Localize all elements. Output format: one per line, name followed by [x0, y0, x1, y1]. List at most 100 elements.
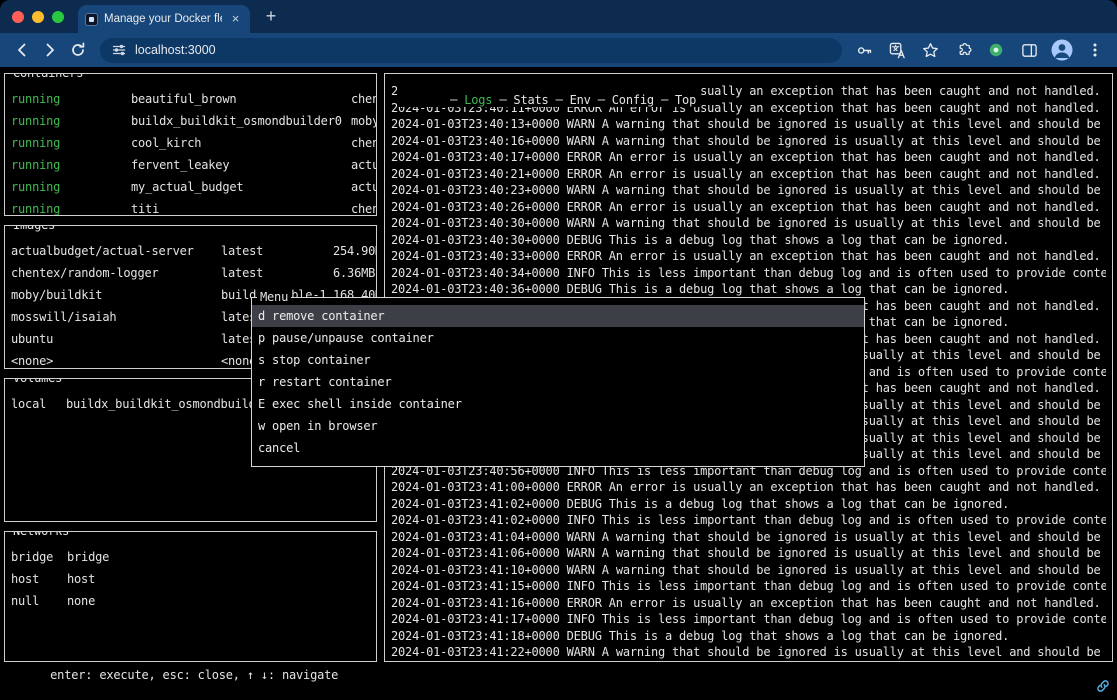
container-state: running — [11, 110, 131, 132]
image-row[interactable]: actualbudget/actual-serverlatest254.90MB — [5, 240, 376, 262]
log-timestamp: 2024-01-03T23:41:06+0000 — [391, 546, 560, 560]
browser-window: Manage your Docker fleet wi... × + local… — [0, 0, 1117, 700]
connection-link-icon — [1096, 679, 1110, 696]
back-icon[interactable] — [8, 36, 36, 64]
logs-tab[interactable]: Env — [570, 93, 591, 107]
image-size: 254.90MB — [333, 240, 376, 262]
menu-item[interactable]: w open in browser — [252, 415, 864, 437]
log-timestamp: 2024-01-03T23:41:02+0000 — [391, 497, 560, 511]
context-menu: Menu d remove containerp pause/unpause c… — [251, 297, 865, 467]
container-row[interactable]: runningtitichentex/random-logger — [5, 198, 376, 216]
log-line: 2024-01-03T23:41:15+0000 INFO This is le… — [391, 578, 1106, 595]
menu-item[interactable]: cancel — [252, 437, 864, 459]
container-row[interactable]: runningmy_actual_budgetactualbudget/actu… — [5, 176, 376, 198]
extensions-icon[interactable] — [949, 36, 977, 64]
log-timestamp: 2024-01-03T23:41:16+0000 — [391, 596, 560, 610]
menu-item[interactable]: E exec shell inside container — [252, 393, 864, 415]
log-timestamp: 2024-01-03T23:40:30+0000 — [391, 216, 560, 230]
menu-item[interactable]: s stop container — [252, 349, 864, 371]
translate-icon[interactable] — [883, 36, 911, 64]
log-message: A warning that should be ignored is usua… — [602, 216, 1106, 230]
pinned-extension-icon[interactable] — [982, 36, 1010, 64]
log-line: 2024-01-03T23:40:33+0000 ERROR An error … — [391, 248, 1106, 265]
container-row[interactable]: runningcool_kirchchentex/random-logger — [5, 132, 376, 154]
network-row[interactable]: nullnone — [5, 590, 376, 612]
site-info-icon[interactable] — [112, 43, 126, 57]
container-image: actualbudget/actual-server — [351, 154, 376, 176]
log-line: 2024-01-03T23:40:30+0000 DEBUG This is a… — [391, 232, 1106, 249]
new-tab-button[interactable]: + — [258, 4, 284, 30]
zoom-window-button[interactable] — [52, 11, 64, 23]
minimize-window-button[interactable] — [32, 11, 44, 23]
close-window-button[interactable] — [12, 11, 24, 23]
toolbar-right-icons — [850, 36, 1109, 64]
container-row[interactable]: runningbeautiful_brownchentex/random-log… — [5, 88, 376, 110]
menu-item[interactable]: r restart container — [252, 371, 864, 393]
menu-item[interactable]: p pause/unpause container — [252, 327, 864, 349]
log-level: INFO — [567, 513, 595, 527]
network-row[interactable]: bridgebridge — [5, 546, 376, 568]
container-name: fervent_leakey — [131, 154, 351, 176]
log-message: An error is usually an exception that ha… — [609, 150, 1101, 164]
tab-close-icon[interactable]: × — [228, 12, 243, 27]
forward-icon[interactable] — [36, 36, 64, 64]
logs-tab[interactable]: Logs — [464, 93, 492, 107]
log-timestamp: 2024-01-03T23:41:15+0000 — [391, 579, 560, 593]
log-level: WARN — [567, 546, 595, 560]
key-icon[interactable] — [850, 36, 878, 64]
menu-item[interactable]: d remove container — [252, 305, 864, 327]
logs-tab[interactable]: Stats — [513, 93, 548, 107]
log-message: This is a debug log that shows a log tha… — [609, 282, 1009, 296]
browser-tab[interactable]: Manage your Docker fleet wi... × — [78, 5, 250, 33]
log-timestamp: 2024-01-03T23:41:02+0000 — [391, 513, 560, 527]
log-level: WARN — [567, 530, 595, 544]
profile-avatar[interactable] — [1048, 36, 1076, 64]
log-message: A warning that should be ignored is usua… — [602, 530, 1106, 544]
log-level: ERROR — [567, 480, 602, 494]
logs-tab[interactable]: Top — [675, 93, 696, 107]
log-line: 2024-01-03T23:41:00+0000 ERROR An error … — [391, 479, 1106, 496]
bookmark-star-icon[interactable] — [916, 36, 944, 64]
tab-separator: ─ — [549, 93, 570, 107]
log-line: 2024-01-03T23:40:36+0000 DEBUG This is a… — [391, 281, 1106, 298]
log-line: 2024-01-03T23:41:18+0000 DEBUG This is a… — [391, 628, 1106, 645]
container-state: running — [11, 176, 131, 198]
log-timestamp: 2024-01-03T23:40:21+0000 — [391, 167, 560, 181]
logs-tab[interactable]: Config — [612, 93, 654, 107]
keyboard-hints: enter: execute, esc: close, ↑ ↓: navigat… — [50, 668, 338, 682]
container-image: chentex/random-logger — [351, 88, 376, 110]
log-timestamp: 2024-01-03T23:40:30+0000 — [391, 233, 560, 247]
volumes-panel-title: Volumes — [10, 378, 65, 385]
log-timestamp: 2024-01-03T23:40:16+0000 — [391, 134, 560, 148]
log-level: WARN — [567, 216, 595, 230]
log-message: An error is usually an exception that ha… — [609, 200, 1101, 214]
log-line: 2024-01-03T23:40:34+0000 INFO This is le… — [391, 265, 1106, 282]
container-name: my_actual_budget — [131, 176, 351, 198]
reload-icon[interactable] — [64, 36, 92, 64]
container-row[interactable]: runningbuildx_buildkit_osmondbuilder0mob… — [5, 110, 376, 132]
log-timestamp: 2024-01-03T23:40:17+0000 — [391, 150, 560, 164]
browser-menu-icon[interactable] — [1081, 36, 1109, 64]
log-timestamp: 2024-01-03T23:41:00+0000 — [391, 480, 560, 494]
volume-driver: local — [11, 393, 66, 415]
browser-toolbar: localhost:3000 — [0, 33, 1117, 67]
container-row[interactable]: runningfervent_leakeyactualbudget/actual… — [5, 154, 376, 176]
network-driver: bridge — [67, 546, 376, 568]
image-tag: latest — [221, 240, 333, 262]
side-panel-icon[interactable] — [1015, 36, 1043, 64]
log-line: 2024-01-03T23:40:26+0000 ERROR An error … — [391, 199, 1106, 216]
log-message: A warning that should be ignored is usua… — [602, 563, 1106, 577]
images-panel-title: Images — [10, 225, 58, 232]
image-row[interactable]: chentex/random-loggerlatest6.36MB — [5, 262, 376, 284]
log-timestamp: 2024-01-03T23:41:22+0000 — [391, 645, 560, 659]
log-line: 2024-01-03T23:41:06+0000 WARN A warning … — [391, 545, 1106, 562]
tab-separator: ─ — [591, 93, 612, 107]
container-image: chentex/random-logger — [351, 198, 376, 216]
log-level: WARN — [567, 645, 595, 659]
network-row[interactable]: hosthost — [5, 568, 376, 590]
log-level: WARN — [567, 134, 595, 148]
address-bar[interactable]: localhost:3000 — [100, 38, 842, 63]
log-message: This is less important than debug log an… — [602, 579, 1106, 593]
log-level: INFO — [567, 579, 595, 593]
log-timestamp: 2024-01-03T23:40:36+0000 — [391, 282, 560, 296]
